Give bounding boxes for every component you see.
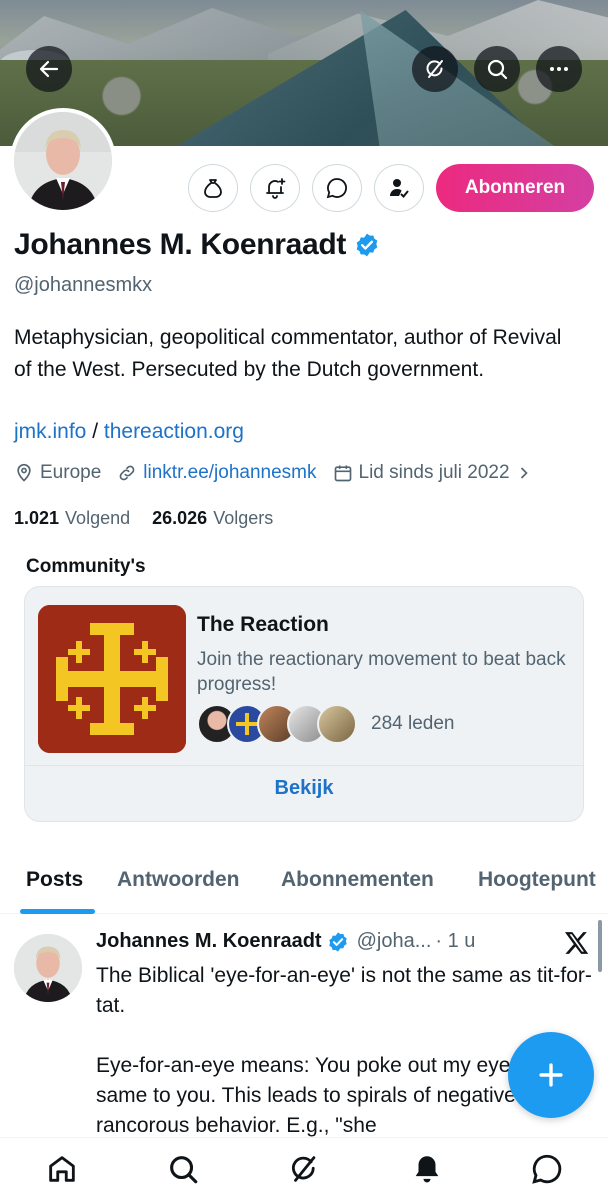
view-community-button[interactable]: Bekijk (25, 777, 583, 800)
member-count: 284 leden (371, 713, 455, 734)
communities-heading: Community's (26, 556, 146, 577)
arrow-left-icon (39, 60, 59, 78)
search-button[interactable] (474, 46, 520, 92)
community-members: 284 leden (197, 704, 454, 744)
profile-avatar[interactable] (10, 108, 116, 214)
grok-icon[interactable] (287, 1152, 321, 1186)
search-icon[interactable] (166, 1152, 200, 1186)
chevron-right-icon (520, 467, 528, 479)
link-icon (119, 465, 135, 481)
more-horizontal-icon (550, 67, 568, 71)
following-number: 1.021 (14, 508, 60, 528)
joined-date[interactable]: Lid sinds juli 2022 (333, 462, 540, 484)
location-pin-icon (17, 463, 31, 482)
post-author-name[interactable]: Johannes M. Koenraadt (96, 930, 322, 953)
profile-meta: Europe linktr.ee/johannesmk Lid sinds ju… (14, 462, 556, 484)
message-button[interactable] (312, 164, 362, 212)
profile-bio: Metaphysician, geopolitical commentator,… (14, 326, 562, 381)
avatar (14, 112, 112, 210)
profile-name: Johannes M. Koenraadt (14, 228, 380, 262)
bio-link-thereaction[interactable]: thereaction.org (104, 420, 244, 443)
bio-link-jmk[interactable]: jmk.info (14, 420, 86, 443)
website-link[interactable]: linktr.ee/johannesmk (143, 462, 316, 484)
back-button[interactable] (26, 46, 72, 92)
location: Europe (14, 462, 101, 484)
more-button[interactable] (536, 46, 582, 92)
post-time: · 1 u (435, 930, 476, 952)
bottom-navigation (0, 1137, 608, 1200)
post-author-handle: @joha... (356, 930, 432, 952)
tab-highlights[interactable]: Hoogtepunt (478, 868, 596, 892)
following-count[interactable]: 1.021 Volgend (14, 508, 130, 529)
profile-tabs: Posts Antwoorden Abonnementen Hoogtepunt (0, 846, 608, 914)
bio-link-separator: / (86, 420, 104, 443)
tip-button[interactable] (188, 164, 238, 212)
message-bubble-icon (326, 178, 347, 199)
plus-icon (539, 1063, 563, 1087)
verified-badge-icon[interactable] (354, 232, 380, 258)
calendar-icon (334, 465, 351, 482)
post-header: Johannes M. Koenraadt @joha... · 1 u (96, 930, 475, 953)
community-divider (25, 765, 583, 766)
website[interactable]: linktr.ee/johannesmk (117, 462, 317, 484)
bell-plus-icon (266, 178, 286, 199)
follow-stats: 1.021 Volgend 26.026 Volgers (14, 508, 295, 529)
money-bag-icon (204, 179, 222, 198)
notifications-icon[interactable] (410, 1152, 444, 1186)
community-image (38, 605, 186, 753)
community-card[interactable]: The Reaction Join the reactionary moveme… (24, 586, 584, 822)
followers-count[interactable]: 26.026 Volgers (152, 508, 273, 529)
post-author-avatar[interactable] (14, 934, 82, 1002)
location-text: Europe (40, 462, 102, 483)
notify-button[interactable] (250, 164, 300, 212)
person-check-icon (390, 179, 409, 198)
subscribe-button[interactable]: Abonneren (436, 164, 594, 212)
search-icon (487, 59, 508, 80)
bio-links: jmk.info / thereaction.org (14, 420, 244, 444)
following-status-button[interactable] (374, 164, 424, 212)
grok-button[interactable] (412, 46, 458, 92)
scrollbar[interactable] (598, 920, 602, 972)
tab-posts[interactable]: Posts (26, 868, 83, 892)
tab-subscriptions[interactable]: Abonnementen (281, 868, 434, 892)
followers-number: 26.026 (152, 508, 208, 528)
active-tab-indicator (20, 909, 95, 914)
profile-handle: @johannesmkx (14, 274, 153, 296)
community-name: The Reaction (197, 613, 329, 636)
messages-icon[interactable] (530, 1152, 564, 1186)
verified-badge-icon (328, 931, 347, 952)
followers-label: Volgers (213, 508, 274, 528)
following-label: Volgend (65, 508, 131, 528)
compose-button[interactable] (508, 1032, 594, 1118)
joined-text: Lid sinds juli 2022 (358, 462, 510, 483)
tab-replies[interactable]: Antwoorden (117, 868, 239, 892)
x-logo-icon[interactable] (564, 928, 590, 958)
community-description: Join the reactionary movement to beat ba… (197, 649, 566, 695)
profile-name-text: Johannes M. Koenraadt (14, 228, 347, 261)
grok-icon (426, 60, 443, 78)
home-icon[interactable] (45, 1152, 79, 1186)
member-avatar (317, 704, 357, 744)
